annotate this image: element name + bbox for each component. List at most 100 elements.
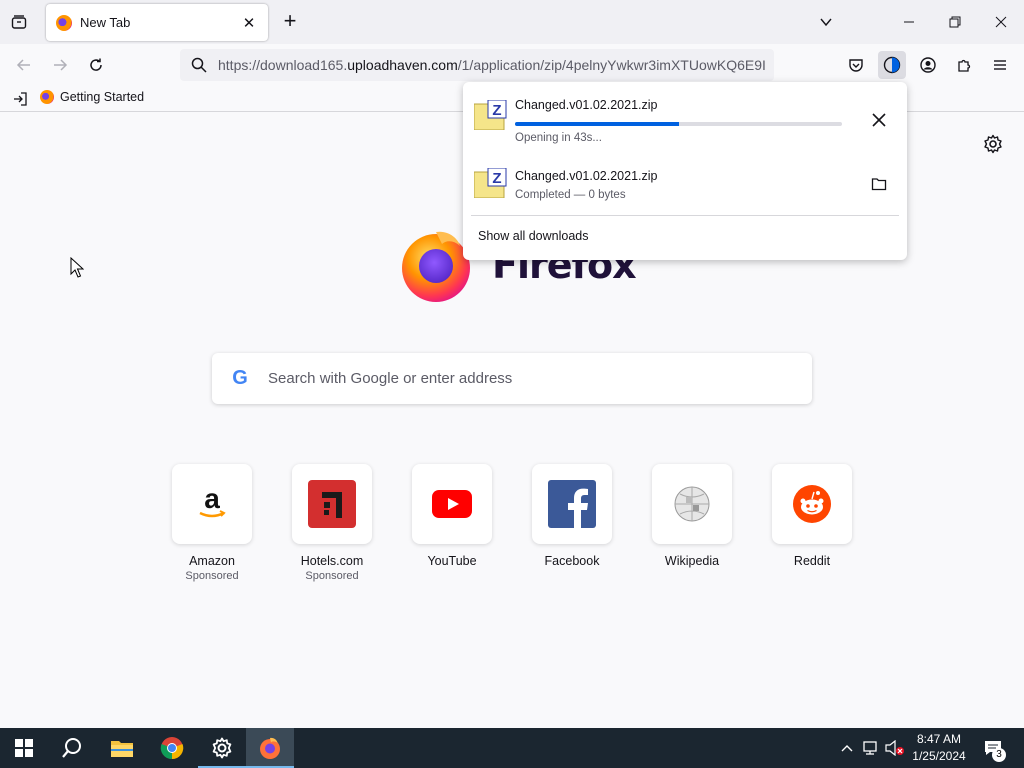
youtube-icon xyxy=(432,490,472,518)
folder-icon xyxy=(871,178,887,191)
pocket-button[interactable] xyxy=(842,51,870,79)
forward-arrow-icon xyxy=(54,59,68,71)
settings-button[interactable] xyxy=(198,728,246,768)
tab-strip: New Tab ✕ + xyxy=(0,0,1024,44)
hotels-icon xyxy=(308,480,356,528)
tab-new-tab[interactable]: New Tab ✕ xyxy=(46,4,268,41)
youtube-tile[interactable] xyxy=(412,464,492,544)
wikipedia-icon xyxy=(674,486,710,522)
search-placeholder: Search with Google or enter address xyxy=(268,370,513,387)
url-text: https://download165.uploadhaven.com/1/ap… xyxy=(218,57,766,73)
download-progress-bar xyxy=(515,122,842,126)
notification-count-badge: 3 xyxy=(992,748,1006,762)
download-status: Completed — 0 bytes xyxy=(515,189,626,201)
wikipedia-tile[interactable] xyxy=(652,464,732,544)
back-button[interactable] xyxy=(12,53,36,77)
reload-button[interactable] xyxy=(84,53,108,77)
network-icon xyxy=(863,741,877,755)
search-icon xyxy=(62,738,81,758)
tab-list-icon xyxy=(11,15,27,29)
top-site-reddit[interactable]: Reddit xyxy=(772,464,892,582)
top-site-facebook[interactable]: Facebook xyxy=(532,464,652,582)
download-item[interactable]: Z Changed.v01.02.2021.zip Opening in 43s… xyxy=(463,86,907,152)
firefox-favicon-icon xyxy=(56,14,72,31)
tab-overflow-chevron-icon[interactable] xyxy=(814,10,838,34)
chevron-up-icon xyxy=(841,745,853,752)
facebook-tile[interactable] xyxy=(532,464,612,544)
top-site-label: Reddit xyxy=(793,554,831,568)
close-window-button[interactable] xyxy=(989,10,1013,34)
svg-text:a: a xyxy=(204,483,220,514)
address-bar[interactable]: https://download165.uploadhaven.com/1/ap… xyxy=(180,49,774,81)
clock-time: 8:47 AM xyxy=(916,732,962,746)
amazon-icon: a xyxy=(199,483,226,518)
downloads-progress-icon xyxy=(883,56,901,74)
firefox-taskbar-button[interactable] xyxy=(246,728,294,768)
divider xyxy=(471,215,899,216)
navigation-toolbar: https://download165.uploadhaven.com/1/ap… xyxy=(0,44,1024,86)
list-all-tabs-button[interactable] xyxy=(8,11,30,33)
hamburger-menu-icon xyxy=(994,60,1006,70)
downloads-button[interactable] xyxy=(878,51,906,79)
top-site-label: Wikipedia xyxy=(664,554,720,568)
volume-button[interactable] xyxy=(884,728,906,768)
reddit-tile[interactable] xyxy=(772,464,852,544)
svg-text:Z: Z xyxy=(492,102,501,119)
minimize-button[interactable] xyxy=(897,10,921,34)
reddit-icon xyxy=(793,485,831,523)
chrome-icon xyxy=(160,737,184,760)
windows-taskbar: 8:47 AM 1/25/2024 3 xyxy=(0,728,1024,768)
close-icon xyxy=(872,113,886,127)
clock-date: 1/25/2024 xyxy=(912,749,966,763)
zip-file-icon: Z xyxy=(473,167,508,199)
top-site-label: Hotels.com xyxy=(300,554,364,568)
network-button[interactable] xyxy=(860,728,882,768)
hotels-tile[interactable] xyxy=(292,464,372,544)
taskbar-search-button[interactable] xyxy=(48,728,96,768)
taskbar-clock[interactable]: 8:47 AM 1/25/2024 xyxy=(908,731,970,765)
download-filename: Changed.v01.02.2021.zip xyxy=(515,98,658,112)
download-filename: Changed.v01.02.2021.zip xyxy=(515,169,658,183)
google-icon: G xyxy=(232,367,248,389)
zip-file-icon: Z xyxy=(473,99,508,131)
cancel-download-button[interactable] xyxy=(867,108,891,132)
bookmark-getting-started[interactable]: Getting Started xyxy=(40,90,144,104)
show-in-folder-button[interactable] xyxy=(867,172,891,196)
download-status: Opening in 43s... xyxy=(515,132,602,144)
forward-button[interactable] xyxy=(48,53,72,77)
top-sites: a Amazon Sponsored Hotels.com Sponsored … xyxy=(172,464,892,582)
svg-text:Z: Z xyxy=(492,170,501,187)
chrome-button[interactable] xyxy=(148,728,196,768)
reload-icon xyxy=(90,58,102,71)
top-site-hotels[interactable]: Hotels.com Sponsored xyxy=(292,464,412,582)
puzzle-icon xyxy=(958,59,971,72)
facebook-icon xyxy=(548,480,596,528)
top-site-label: Facebook xyxy=(544,554,600,568)
firefox-favicon-icon xyxy=(40,90,54,104)
search-icon xyxy=(180,57,218,73)
bookmark-label: Getting Started xyxy=(60,90,145,104)
start-button[interactable] xyxy=(0,728,48,768)
top-site-amazon[interactable]: a Amazon Sponsored xyxy=(172,464,292,582)
show-all-downloads-button[interactable]: Show all downloads xyxy=(478,229,589,243)
menu-button[interactable] xyxy=(986,51,1014,79)
import-bookmarks-icon[interactable] xyxy=(12,91,28,107)
show-hidden-icons-button[interactable] xyxy=(838,728,856,768)
download-item[interactable]: Z Changed.v01.02.2021.zip Completed — 0 … xyxy=(463,152,907,218)
extensions-button[interactable] xyxy=(950,51,978,79)
newtab-search-input[interactable]: G Search with Google or enter address xyxy=(212,353,812,404)
tab-close-icon[interactable]: ✕ xyxy=(240,14,258,32)
volume-muted-icon xyxy=(885,740,904,756)
top-site-label: Amazon xyxy=(189,554,235,568)
personalize-settings-gear-icon[interactable] xyxy=(983,134,1003,154)
windows-start-icon xyxy=(15,739,33,757)
account-button[interactable] xyxy=(914,51,942,79)
new-tab-button[interactable]: + xyxy=(279,10,301,32)
gear-icon xyxy=(212,737,232,759)
mouse-cursor-icon xyxy=(70,256,85,284)
restore-button[interactable] xyxy=(943,10,967,34)
file-explorer-button[interactable] xyxy=(98,728,146,768)
top-site-wikipedia[interactable]: Wikipedia xyxy=(652,464,772,582)
amazon-tile[interactable]: a xyxy=(172,464,252,544)
top-site-youtube[interactable]: YouTube xyxy=(412,464,532,582)
